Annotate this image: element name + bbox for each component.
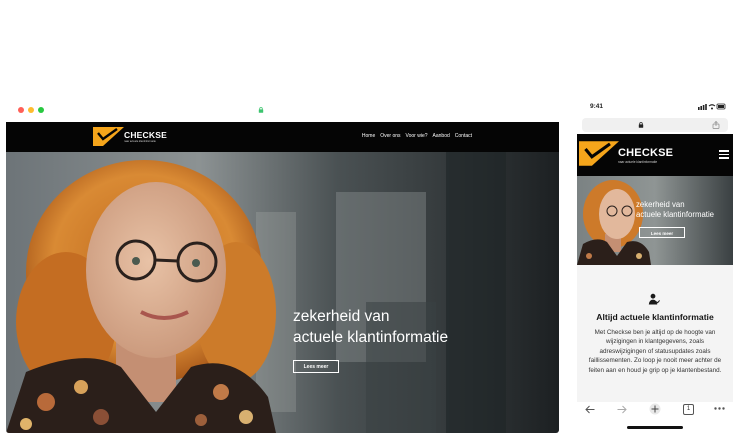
person-icon [648,293,660,305]
desktop-page: CHECKSE naar actuele klantinformatie Hom… [6,122,559,433]
section-body-text: Met Checkse ben je altijd op de hoogte v… [588,329,722,374]
status-bar: 9:41 [577,98,733,116]
mobile-hero-heading-line1: zekerheid van [636,200,685,209]
lock-icon [258,107,264,113]
back-icon[interactable] [585,405,595,414]
checkse-logo[interactable]: CHECKSE naar actuele klantinformatie [579,141,673,169]
brand-tagline: naar actuele klantinformatie [124,140,156,143]
home-indicator [627,426,683,429]
mobile-hero-section: zekerheid van actuele klantinformatie Le… [577,176,733,265]
browser-chrome [6,100,559,122]
lock-icon [638,122,644,128]
checkse-logo[interactable]: CHECKSE naar actuele klantinformatie [93,127,167,147]
status-icons [698,103,726,110]
maximize-window-dot[interactable] [38,107,44,113]
nav-link-aanbod[interactable]: Aanbod [433,133,450,139]
brand-name: CHECKSE [618,147,674,159]
nav-link-over-ons[interactable]: Over ons [380,133,400,139]
plus-icon[interactable] [649,403,661,415]
site-header: CHECKSE naar actuele klantinformatie Hom… [6,122,559,152]
main-nav: Home Over ons Voor wie? Aanbod Contact [362,133,472,139]
mobile-lees-meer-button[interactable]: Lees meer [639,227,685,238]
forward-icon[interactable] [617,405,627,414]
hero-section: zekerheid van actuele klantinformatie Le… [6,152,559,433]
mobile-site-header: CHECKSE naar actuele klantinformatie [577,134,733,176]
hamburger-menu-icon[interactable] [719,150,729,159]
browser-toolbar: 1 [577,400,733,420]
hero-heading: zekerheid van actuele klantinformatie [293,306,523,348]
brand-tagline: naar actuele klantinformatie [618,160,658,164]
logo-mark-icon [579,141,619,166]
lees-meer-button[interactable]: Lees meer [293,360,339,373]
section-heading: Altijd actuele klantinformatie [596,312,714,322]
mobile-hero-heading: zekerheid van actuele klantinformatie [636,200,733,220]
more-icon[interactable] [714,407,725,410]
nav-link-voor-wie[interactable]: Voor wie? [406,133,428,139]
desktop-browser-mockup: CHECKSE naar actuele klantinformatie Hom… [6,100,559,433]
minimize-window-dot[interactable] [28,107,34,113]
close-window-dot[interactable] [18,107,24,113]
share-icon[interactable] [712,121,720,129]
nav-link-home[interactable]: Home [362,133,375,139]
mobile-hero-heading-line2: actuele klantinformatie [636,210,715,219]
hero-photo-woman [6,152,559,433]
brand-name: CHECKSE [124,130,167,140]
mobile-url-bar[interactable] [582,118,728,132]
hero-heading-line1: zekerheid van [293,308,390,325]
mobile-phone-mockup: 9:41 CHECKSE naar actuele klantinformati… [577,98,733,433]
mobile-page: CHECKSE naar actuele klantinformatie zek… [577,134,733,402]
logo-mark-icon [93,127,124,146]
info-section: Altijd actuele klantinformatie Met Check… [577,265,733,402]
hero-heading-line2: actuele klantinformatie [293,329,449,346]
tabs-count-button[interactable]: 1 [683,404,694,415]
nav-link-contact[interactable]: Contact [455,133,472,139]
status-time: 9:41 [590,103,604,110]
mobile-hero-photo-woman [577,176,733,265]
